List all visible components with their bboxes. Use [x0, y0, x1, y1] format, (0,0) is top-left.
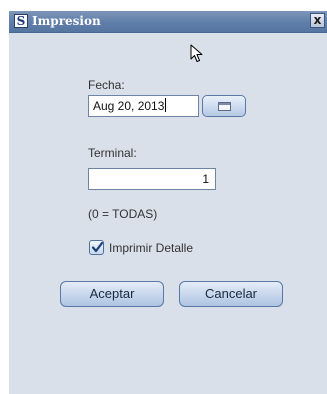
fecha-input[interactable]: Aug 20, 2013: [88, 95, 199, 117]
impresion-dialog: S Impresion x Fecha: Aug 20, 2013 Termin…: [9, 11, 327, 394]
cancelar-button[interactable]: Cancelar: [179, 281, 283, 307]
aceptar-button[interactable]: Aceptar: [60, 281, 164, 307]
imprimir-detalle-label[interactable]: Imprimir Detalle: [109, 241, 193, 255]
imprimir-detalle-checkbox[interactable]: [89, 240, 104, 255]
close-button[interactable]: x: [310, 13, 325, 28]
mouse-pointer-icon: [190, 44, 203, 62]
fecha-label: Fecha:: [88, 78, 125, 92]
terminal-input[interactable]: 1: [88, 168, 216, 190]
text-caret: [165, 98, 167, 112]
calendar-button[interactable]: [202, 95, 246, 117]
window-title: Impresion: [32, 14, 101, 28]
checkmark-icon: [91, 241, 104, 253]
app-icon: S: [14, 14, 28, 28]
title-bar[interactable]: S Impresion x: [9, 11, 327, 33]
terminal-label: Terminal:: [88, 146, 137, 160]
calendar-icon: [218, 102, 231, 111]
terminal-value: 1: [202, 172, 209, 186]
fecha-value: Aug 20, 2013: [93, 99, 165, 113]
terminal-hint: (0 = TODAS): [88, 207, 158, 221]
